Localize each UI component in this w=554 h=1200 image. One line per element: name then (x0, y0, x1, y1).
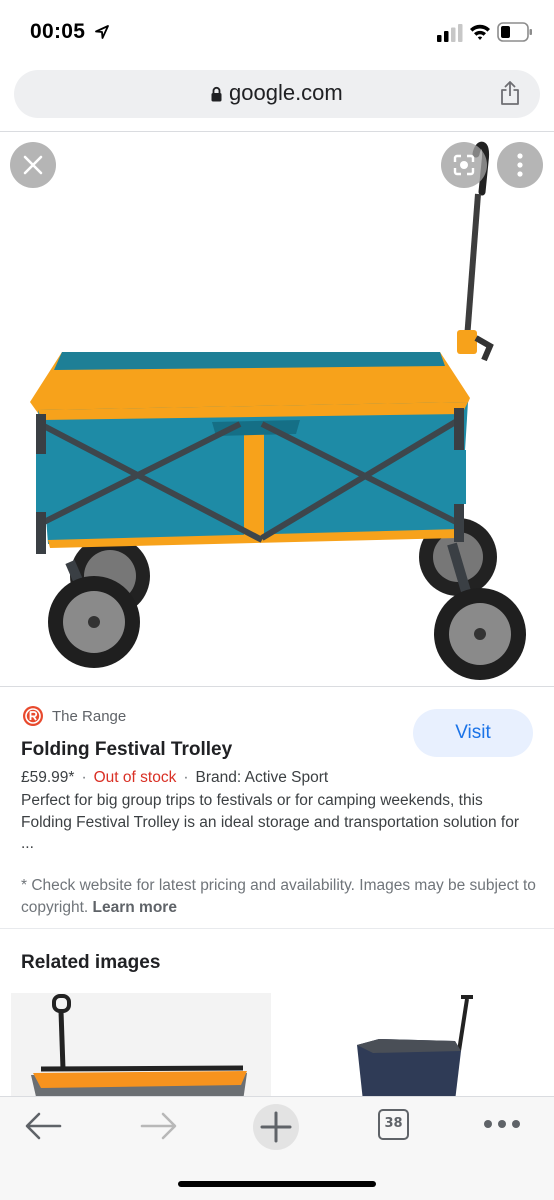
share-icon[interactable] (499, 80, 521, 106)
new-tab-button[interactable] (253, 1104, 299, 1150)
learn-more-link[interactable]: Learn more (93, 899, 177, 916)
source-name: The Range (52, 708, 127, 725)
status-time: 00:05 (30, 20, 86, 43)
divider (0, 686, 554, 687)
lock-icon (211, 86, 222, 102)
image-viewer[interactable] (0, 132, 554, 686)
close-button[interactable] (10, 142, 56, 188)
wifi-icon (470, 24, 490, 40)
related-image-thumbnail[interactable] (11, 993, 271, 1101)
signal-icon (437, 24, 463, 42)
back-arrow-icon[interactable] (24, 1111, 62, 1141)
more-vert-icon (517, 153, 523, 177)
visit-button[interactable]: Visit (413, 709, 533, 757)
lens-button[interactable] (441, 142, 487, 188)
product-title[interactable]: Folding Festival Trolley (21, 739, 232, 761)
home-indicator (178, 1181, 376, 1187)
tab-switcher-button[interactable]: 38 (378, 1109, 409, 1140)
battery-icon (497, 22, 532, 42)
bottom-toolbar: 38 (0, 1096, 554, 1200)
url-text: google.com (229, 80, 343, 105)
status-bar: 00:05 (0, 0, 554, 66)
location-arrow-icon (95, 25, 109, 39)
separator-dot: · (81, 769, 87, 786)
source-logo-icon (23, 706, 43, 726)
related-image-1 (11, 993, 271, 1101)
more-options-button[interactable] (497, 142, 543, 188)
lens-icon (453, 154, 475, 176)
disclaimer: * Check website for latest pricing and a… (21, 875, 536, 918)
address-bar[interactable]: google.com (14, 70, 540, 118)
close-icon (23, 155, 43, 175)
forward-arrow-icon[interactable] (140, 1111, 178, 1141)
product-image[interactable] (0, 132, 554, 686)
stock-status: Out of stock (93, 769, 177, 786)
divider (0, 928, 554, 929)
related-image-thumbnail[interactable] (283, 993, 544, 1101)
brand: Brand: Active Sport (195, 769, 329, 786)
new-tab-plus-icon (260, 1111, 292, 1143)
separator-dot: · (183, 769, 189, 786)
product-meta: £59.99* · Out of stock · Brand: Active Sport (21, 769, 328, 787)
related-image-2 (283, 993, 544, 1101)
product-description: Perfect for big group trips to festivals… (21, 792, 519, 852)
more-horiz-icon[interactable] (482, 1118, 522, 1130)
price: £59.99* (21, 769, 75, 786)
related-images-heading: Related images (21, 952, 161, 973)
